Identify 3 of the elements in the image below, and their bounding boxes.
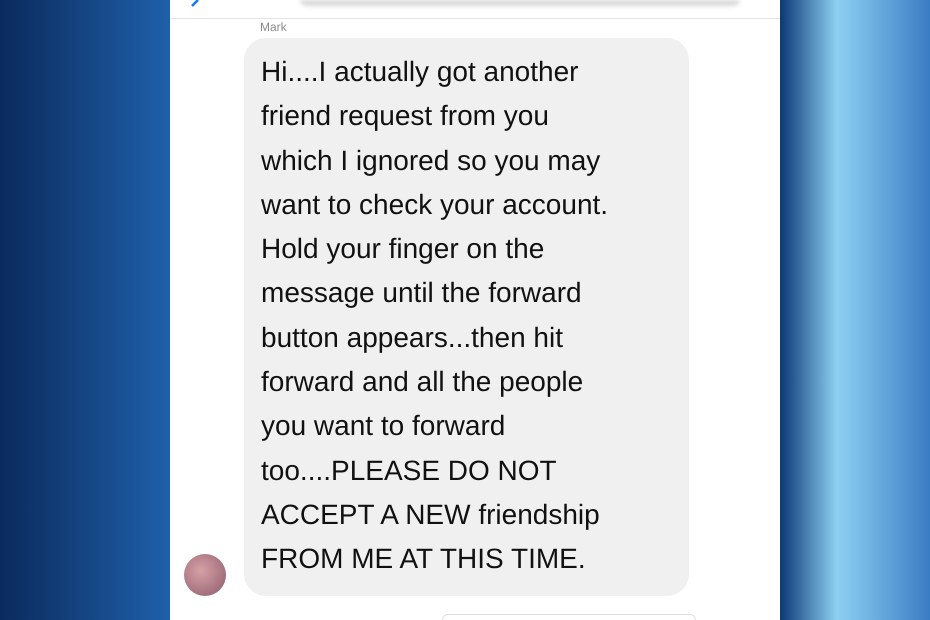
- avatar: [184, 554, 226, 596]
- sender-name: Mark: [260, 20, 288, 34]
- message-bubble: Hi....I actually got another friend request from you which I ignored so you may want to check your account. Hold your finger on the message until the forward button appears...then hit forward and all the people you want to forward too....PLEASE DO NOT ACCEPT A NEW friendship FROM ME AT THIS TIME.: [244, 38, 689, 596]
